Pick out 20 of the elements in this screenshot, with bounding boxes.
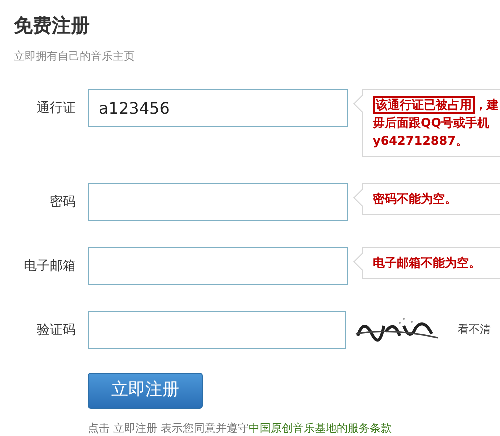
refresh-captcha-link[interactable]: 看不清 bbox=[458, 322, 491, 338]
error-text: 电子邮箱不能为空。 bbox=[373, 255, 481, 272]
field-label: 密码 bbox=[49, 194, 76, 212]
error-text: y642712887。 bbox=[373, 133, 468, 150]
agreement-text: 点击 立即注册 表示您同意并遵守 bbox=[88, 421, 249, 436]
field-label: 通行证 bbox=[36, 100, 76, 118]
error-text: 密码不能为空。 bbox=[373, 191, 457, 208]
input-field[interactable] bbox=[88, 183, 348, 221]
page-title: 免费注册 bbox=[14, 14, 91, 39]
error-text: ，建 bbox=[475, 97, 499, 114]
page-subtitle: 立即拥有自己的音乐主页 bbox=[14, 48, 136, 64]
input-field[interactable]: a123456 bbox=[88, 89, 348, 127]
error-highlight: 该通行证已被占用 bbox=[373, 96, 475, 114]
error-text: 毋后面跟QQ号或手机 bbox=[373, 115, 490, 132]
register-button[interactable]: 立即注册 bbox=[88, 373, 203, 409]
field-label: 电子邮箱 bbox=[23, 258, 76, 276]
field-label: 验证码 bbox=[36, 322, 76, 340]
terms-link[interactable]: 中国原创音乐基地的服务条款 bbox=[249, 421, 392, 436]
input-field[interactable] bbox=[88, 247, 348, 285]
input-field[interactable] bbox=[88, 311, 346, 349]
